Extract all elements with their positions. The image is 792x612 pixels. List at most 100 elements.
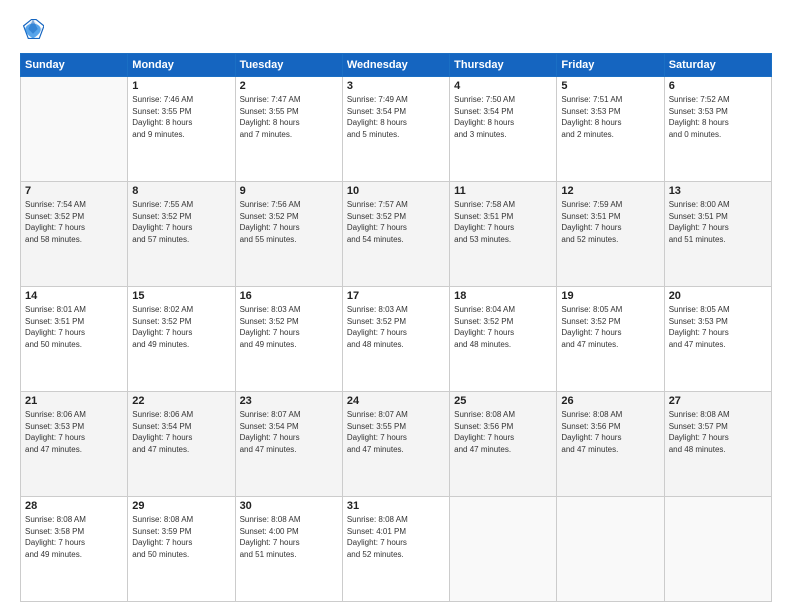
day-number: 11 — [454, 185, 552, 197]
calendar-cell: 23 Sunrise: 8:07 AMSunset: 3:54 PMDayligh… — [235, 392, 342, 497]
calendar-cell: 2 Sunrise: 7:47 AMSunset: 3:55 PMDaylight… — [235, 77, 342, 182]
day-number: 27 — [669, 395, 767, 407]
day-number: 30 — [240, 500, 338, 512]
day-info: Sunrise: 7:56 AMSunset: 3:52 PMDaylight:… — [240, 199, 338, 245]
day-info: Sunrise: 7:54 AMSunset: 3:52 PMDaylight:… — [25, 199, 123, 245]
day-number: 7 — [25, 185, 123, 197]
day-number: 22 — [132, 395, 230, 407]
calendar-cell: 5Sunrise: 7:51 AMSunset: 3:53 PMDaylight… — [557, 77, 664, 182]
day-number: 28 — [25, 500, 123, 512]
calendar-week-row: 21 Sunrise: 8:06 AMSunset: 3:53 PMDayligh… — [21, 392, 772, 497]
day-info: Sunrise: 7:52 AMSunset: 3:53 PMDaylight:… — [669, 94, 767, 140]
calendar-cell: 17Sunrise: 8:03 AMSunset: 3:52 PMDayligh… — [342, 287, 449, 392]
day-info: Sunrise: 8:08 AMSunset: 3:57 PMDaylight:… — [669, 409, 767, 455]
day-number: 31 — [347, 500, 445, 512]
calendar-weekday-tuesday: Tuesday — [235, 54, 342, 77]
day-number: 16 — [240, 290, 338, 302]
calendar-cell: 30 Sunrise: 8:08 AMSunset: 4:00 PMDayligh… — [235, 497, 342, 602]
day-info: Sunrise: 7:58 AMSunset: 3:51 PMDaylight:… — [454, 199, 552, 245]
calendar-weekday-monday: Monday — [128, 54, 235, 77]
calendar-cell: 29 Sunrise: 8:08 AMSunset: 3:59 PMDayligh… — [128, 497, 235, 602]
calendar-cell: 9 Sunrise: 7:56 AMSunset: 3:52 PMDaylight… — [235, 182, 342, 287]
day-number: 25 — [454, 395, 552, 407]
calendar-header-row: SundayMondayTuesdayWednesdayThursdayFrid… — [21, 54, 772, 77]
header — [20, 18, 772, 45]
day-info: Sunrise: 8:06 AMSunset: 3:53 PMDaylight:… — [25, 409, 123, 455]
day-number: 17 — [347, 290, 445, 302]
day-info: Sunrise: 8:03 AMSunset: 3:52 PMDaylight:… — [240, 304, 338, 350]
calendar-week-row: 14 Sunrise: 8:01 AMSunset: 3:51 PMDayligh… — [21, 287, 772, 392]
day-number: 12 — [561, 185, 659, 197]
day-number: 1 — [132, 80, 230, 92]
day-number: 24 — [347, 395, 445, 407]
calendar-cell: 15Sunrise: 8:02 AMSunset: 3:52 PMDayligh… — [128, 287, 235, 392]
calendar-week-row: 7 Sunrise: 7:54 AMSunset: 3:52 PMDaylight… — [21, 182, 772, 287]
calendar-cell: 19 Sunrise: 8:05 AMSunset: 3:52 PMDayligh… — [557, 287, 664, 392]
day-info: Sunrise: 8:08 AMSunset: 4:00 PMDaylight:… — [240, 514, 338, 560]
day-number: 18 — [454, 290, 552, 302]
calendar-week-row: 28 Sunrise: 8:08 AMSunset: 3:58 PMDayligh… — [21, 497, 772, 602]
day-info: Sunrise: 7:49 AMSunset: 3:54 PMDaylight:… — [347, 94, 445, 140]
day-number: 20 — [669, 290, 767, 302]
calendar-cell: 7 Sunrise: 7:54 AMSunset: 3:52 PMDaylight… — [21, 182, 128, 287]
day-number: 6 — [669, 80, 767, 92]
calendar-cell: 3 Sunrise: 7:49 AMSunset: 3:54 PMDaylight… — [342, 77, 449, 182]
calendar-weekday-wednesday: Wednesday — [342, 54, 449, 77]
day-info: Sunrise: 8:06 AMSunset: 3:54 PMDaylight:… — [132, 409, 230, 455]
day-info: Sunrise: 7:50 AMSunset: 3:54 PMDaylight:… — [454, 94, 552, 140]
day-info: Sunrise: 8:08 AMSunset: 3:58 PMDaylight:… — [25, 514, 123, 560]
day-info: Sunrise: 8:02 AMSunset: 3:52 PMDaylight:… — [132, 304, 230, 350]
calendar-cell — [450, 497, 557, 602]
calendar-cell — [557, 497, 664, 602]
calendar-cell: 1 Sunrise: 7:46 AMSunset: 3:55 PMDaylight… — [128, 77, 235, 182]
calendar-week-row: 1 Sunrise: 7:46 AMSunset: 3:55 PMDaylight… — [21, 77, 772, 182]
calendar-cell: 25 Sunrise: 8:08 AMSunset: 3:56 PMDayligh… — [450, 392, 557, 497]
calendar-cell: 21 Sunrise: 8:06 AMSunset: 3:53 PMDayligh… — [21, 392, 128, 497]
calendar-cell: 18 Sunrise: 8:04 AMSunset: 3:52 PMDayligh… — [450, 287, 557, 392]
day-info: Sunrise: 8:08 AMSunset: 4:01 PMDaylight:… — [347, 514, 445, 560]
day-info: Sunrise: 8:08 AMSunset: 3:59 PMDaylight:… — [132, 514, 230, 560]
day-number: 3 — [347, 80, 445, 92]
day-info: Sunrise: 7:59 AMSunset: 3:51 PMDaylight:… — [561, 199, 659, 245]
day-info: Sunrise: 8:05 AMSunset: 3:53 PMDaylight:… — [669, 304, 767, 350]
logo-icon — [22, 18, 44, 40]
calendar-cell: 26 Sunrise: 8:08 AMSunset: 3:56 PMDayligh… — [557, 392, 664, 497]
day-number: 21 — [25, 395, 123, 407]
day-number: 10 — [347, 185, 445, 197]
day-number: 23 — [240, 395, 338, 407]
day-info: Sunrise: 7:57 AMSunset: 3:52 PMDaylight:… — [347, 199, 445, 245]
day-number: 19 — [561, 290, 659, 302]
day-number: 5 — [561, 80, 659, 92]
day-info: Sunrise: 8:08 AMSunset: 3:56 PMDaylight:… — [454, 409, 552, 455]
day-number: 8 — [132, 185, 230, 197]
calendar-cell — [664, 497, 771, 602]
calendar-cell: 6 Sunrise: 7:52 AMSunset: 3:53 PMDaylight… — [664, 77, 771, 182]
day-info: Sunrise: 8:07 AMSunset: 3:54 PMDaylight:… — [240, 409, 338, 455]
day-number: 14 — [25, 290, 123, 302]
day-info: Sunrise: 7:47 AMSunset: 3:55 PMDaylight:… — [240, 94, 338, 140]
calendar-weekday-thursday: Thursday — [450, 54, 557, 77]
day-info: Sunrise: 8:05 AMSunset: 3:52 PMDaylight:… — [561, 304, 659, 350]
day-info: Sunrise: 8:04 AMSunset: 3:52 PMDaylight:… — [454, 304, 552, 350]
calendar-cell: 10 Sunrise: 7:57 AMSunset: 3:52 PMDayligh… — [342, 182, 449, 287]
calendar-cell: 12 Sunrise: 7:59 AMSunset: 3:51 PMDayligh… — [557, 182, 664, 287]
day-number: 26 — [561, 395, 659, 407]
calendar-cell: 22 Sunrise: 8:06 AMSunset: 3:54 PMDayligh… — [128, 392, 235, 497]
day-number: 29 — [132, 500, 230, 512]
calendar-cell: 14 Sunrise: 8:01 AMSunset: 3:51 PMDayligh… — [21, 287, 128, 392]
logo — [20, 18, 46, 45]
calendar-cell: 4Sunrise: 7:50 AMSunset: 3:54 PMDaylight… — [450, 77, 557, 182]
calendar-cell: 11 Sunrise: 7:58 AMSunset: 3:51 PMDayligh… — [450, 182, 557, 287]
calendar-cell: 20 Sunrise: 8:05 AMSunset: 3:53 PMDayligh… — [664, 287, 771, 392]
calendar-table: SundayMondayTuesdayWednesdayThursdayFrid… — [20, 53, 772, 602]
calendar-weekday-sunday: Sunday — [21, 54, 128, 77]
day-info: Sunrise: 8:01 AMSunset: 3:51 PMDaylight:… — [25, 304, 123, 350]
calendar-cell: 16 Sunrise: 8:03 AMSunset: 3:52 PMDayligh… — [235, 287, 342, 392]
day-number: 2 — [240, 80, 338, 92]
day-info: Sunrise: 8:07 AMSunset: 3:55 PMDaylight:… — [347, 409, 445, 455]
day-info: Sunrise: 7:46 AMSunset: 3:55 PMDaylight:… — [132, 94, 230, 140]
calendar-weekday-friday: Friday — [557, 54, 664, 77]
day-number: 9 — [240, 185, 338, 197]
day-info: Sunrise: 8:08 AMSunset: 3:56 PMDaylight:… — [561, 409, 659, 455]
day-number: 13 — [669, 185, 767, 197]
